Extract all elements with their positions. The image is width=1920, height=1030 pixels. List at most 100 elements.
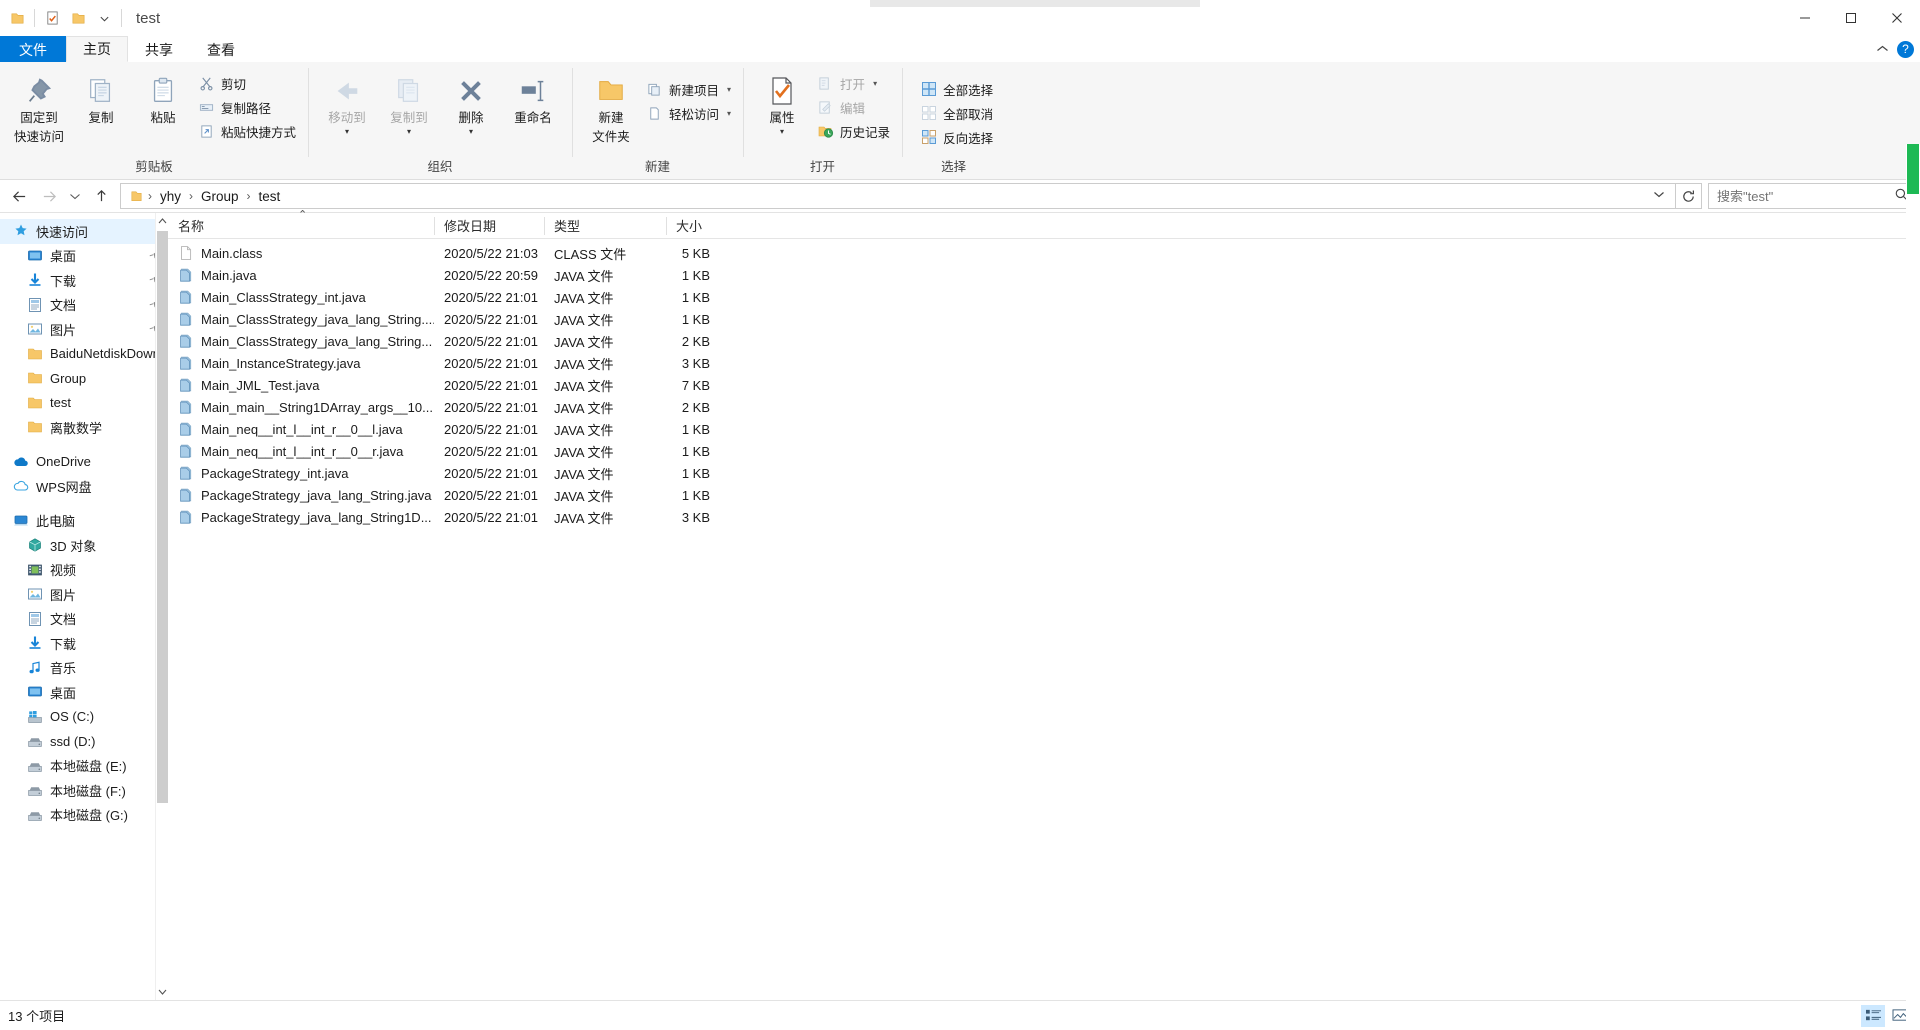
table-row[interactable]: Main_ClassStrategy_java_lang_String... 20…	[168, 330, 1920, 352]
open-caret-down-icon[interactable]: ▾	[873, 79, 877, 88]
table-row[interactable]: Main.class 2020/5/22 21:03 CLASS 文件 5 KB	[168, 242, 1920, 264]
sidebar-item[interactable]: OS (C:)	[0, 705, 168, 730]
breadcrumb-item-test[interactable]: test	[255, 188, 285, 205]
new-item-button[interactable]: 新建项目 ▾	[642, 78, 735, 100]
new-item-caret-down-icon[interactable]: ▾	[727, 85, 731, 94]
select-none-button[interactable]: 全部取消	[916, 102, 997, 124]
paste-shortcut-button[interactable]: 粘贴快捷方式	[194, 120, 300, 142]
table-row[interactable]: Main_neq__int_l__int_r__0__r.java 2020/5/…	[168, 440, 1920, 462]
minimize-button[interactable]	[1782, 0, 1828, 36]
customize-qat-chevron-down-icon[interactable]	[91, 5, 117, 31]
window-scrollbar-thumb[interactable]	[1907, 144, 1919, 194]
tab-view[interactable]: 查看	[190, 36, 252, 62]
sidebar-item[interactable]: 图片	[0, 582, 168, 607]
sidebar-item[interactable]: 本地磁盘 (E:)	[0, 754, 168, 779]
table-row[interactable]: PackageStrategy_java_lang_String1D... 202…	[168, 506, 1920, 528]
sidebar-item[interactable]: 图片	[0, 317, 168, 342]
table-row[interactable]: Main_main__String1DArray_args__10... 2020…	[168, 396, 1920, 418]
move-to-caret-down-icon[interactable]: ▾	[345, 127, 349, 135]
file-name-cell[interactable]: Main_ClassStrategy_java_lang_String...	[168, 333, 434, 349]
nav-scroll-down-arrow-icon[interactable]	[156, 984, 168, 1000]
recent-locations-chevron-down-icon[interactable]	[64, 183, 86, 209]
table-row[interactable]: Main_ClassStrategy_java_lang_String.... 2…	[168, 308, 1920, 330]
forward-button[interactable]	[34, 183, 64, 209]
copy-to-button[interactable]: 复制到 ▾	[378, 68, 440, 135]
table-row[interactable]: Main.java 2020/5/22 20:59 JAVA 文件 1 KB	[168, 264, 1920, 286]
file-name-cell[interactable]: Main_ClassStrategy_java_lang_String....	[168, 311, 434, 327]
breadcrumb-item-yhy[interactable]: yhy	[156, 188, 185, 205]
details-view-button[interactable]	[1861, 1004, 1885, 1027]
back-button[interactable]	[4, 183, 34, 209]
file-name-cell[interactable]: Main_main__String1DArray_args__10...	[168, 399, 434, 415]
table-row[interactable]: PackageStrategy_int.java 2020/5/22 21:01 J…	[168, 462, 1920, 484]
file-name-cell[interactable]: Main_neq__int_l__int_r__0__r.java	[168, 443, 434, 459]
sidebar-item[interactable]: BaiduNetdiskDown	[0, 342, 168, 367]
file-name-cell[interactable]: Main.class	[168, 245, 434, 261]
column-header-name[interactable]: ⌃ 名称	[168, 209, 434, 239]
sidebar-item[interactable]: 桌面	[0, 680, 168, 705]
file-name-cell[interactable]: Main.java	[168, 267, 434, 283]
sidebar-item[interactable]: 快速访问	[0, 219, 168, 244]
sidebar-item[interactable]: 离散数学	[0, 415, 168, 440]
navigation-scrollbar[interactable]	[155, 213, 168, 1000]
maximize-button[interactable]	[1828, 0, 1874, 36]
sidebar-item[interactable]: 本地磁盘 (F:)	[0, 778, 168, 803]
paste-button[interactable]: 粘贴	[132, 68, 194, 127]
file-name-cell[interactable]: PackageStrategy_int.java	[168, 465, 434, 481]
breadcrumb-separator-1[interactable]: ›	[188, 189, 194, 203]
breadcrumb[interactable]: › yhy › Group › test	[120, 183, 1676, 209]
copy-button[interactable]: 复制	[70, 68, 132, 127]
sidebar-item[interactable]: 本地磁盘 (G:)	[0, 803, 168, 828]
sidebar-item[interactable]: 文档	[0, 607, 168, 632]
table-row[interactable]: PackageStrategy_java_lang_String.java 202…	[168, 484, 1920, 506]
column-header-type[interactable]: 类型	[544, 213, 666, 239]
copy-path-button[interactable]: 复制路径	[194, 96, 300, 118]
sidebar-item[interactable]: 音乐	[0, 656, 168, 681]
sidebar-item[interactable]: 下载	[0, 268, 168, 293]
open-button[interactable]: 打开 ▾	[813, 72, 894, 94]
tab-home[interactable]: 主页	[66, 36, 128, 62]
delete-caret-down-icon[interactable]: ▾	[469, 127, 473, 135]
select-all-button[interactable]: 全部选择	[916, 78, 997, 100]
sidebar-item[interactable]: 桌面	[0, 244, 168, 269]
table-row[interactable]: Main_neq__int_l__int_r__0__l.java 2020/5/…	[168, 418, 1920, 440]
cut-button[interactable]: 剪切	[194, 72, 300, 94]
sidebar-item[interactable]: WPS网盘	[0, 474, 168, 499]
table-row[interactable]: Main_InstanceStrategy.java 2020/5/22 21:0…	[168, 352, 1920, 374]
sidebar-item[interactable]: ssd (D:)	[0, 729, 168, 754]
new-folder-button[interactable]: 新建 文件夹	[580, 68, 642, 145]
edit-button[interactable]: 编辑	[813, 96, 894, 118]
collapse-ribbon-chevron-up-icon[interactable]	[1876, 42, 1889, 56]
up-button[interactable]	[86, 183, 116, 209]
sidebar-item[interactable]: 视频	[0, 558, 168, 583]
easy-access-button[interactable]: 轻松访问 ▾	[642, 102, 735, 124]
help-question-mark-icon[interactable]: ?	[1897, 40, 1914, 58]
nav-scrollbar-thumb[interactable]	[157, 231, 168, 803]
breadcrumb-item-group[interactable]: Group	[197, 188, 243, 205]
sidebar-item[interactable]: 文档	[0, 293, 168, 318]
nav-scroll-up-arrow-icon[interactable]	[156, 213, 168, 229]
easy-access-caret-down-icon[interactable]: ▾	[727, 109, 731, 118]
tab-share[interactable]: 共享	[128, 36, 190, 62]
search-input[interactable]	[1717, 188, 1894, 204]
file-name-cell[interactable]: Main_JML_Test.java	[168, 377, 434, 393]
rename-button[interactable]: 重命名	[502, 68, 564, 127]
new-folder-icon[interactable]	[65, 5, 91, 31]
sidebar-item[interactable]: Group	[0, 366, 168, 391]
properties-caret-down-icon[interactable]: ▾	[780, 127, 784, 135]
file-name-cell[interactable]: PackageStrategy_java_lang_String.java	[168, 487, 434, 503]
delete-button[interactable]: 删除 ▾	[440, 68, 502, 135]
history-button[interactable]: 历史记录	[813, 120, 894, 142]
breadcrumb-separator-2[interactable]: ›	[246, 189, 252, 203]
sidebar-item[interactable]: OneDrive	[0, 450, 168, 475]
table-row[interactable]: Main_JML_Test.java 2020/5/22 21:01 JAVA 文件…	[168, 374, 1920, 396]
file-name-cell[interactable]: PackageStrategy_java_lang_String1D...	[168, 509, 434, 525]
pin-to-quick-access-button[interactable]: 固定到 快速访问	[8, 68, 70, 145]
file-name-cell[interactable]: Main_InstanceStrategy.java	[168, 355, 434, 371]
sidebar-item[interactable]: 3D 对象	[0, 533, 168, 558]
sidebar-item[interactable]: 下载	[0, 631, 168, 656]
invert-selection-button[interactable]: 反向选择	[916, 126, 997, 148]
sidebar-item[interactable]: test	[0, 391, 168, 416]
properties-button[interactable]: 属性 ▾	[751, 68, 813, 135]
column-header-size[interactable]: 大小	[666, 213, 732, 239]
